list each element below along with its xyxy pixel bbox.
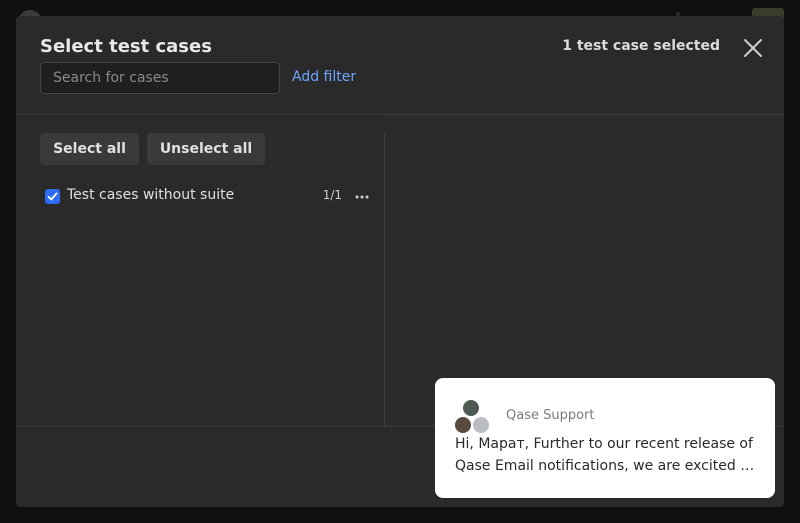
search-input[interactable] (40, 62, 280, 94)
avatar (471, 415, 491, 435)
close-icon (744, 39, 762, 57)
more-horizontal-icon (355, 195, 369, 199)
chat-message: Hi, Марат, Further to our recent release… (455, 433, 760, 477)
support-avatars (453, 398, 493, 436)
suite-row[interactable]: Test cases without suite 1/1 (40, 185, 370, 209)
suite-checkbox[interactable] (45, 189, 60, 204)
selected-count-label: 1 test case selected (562, 38, 720, 54)
chat-sender: Qase Support (506, 408, 595, 423)
suite-more-button[interactable] (354, 189, 370, 205)
suite-count: 1/1 (322, 188, 342, 202)
close-button[interactable] (742, 37, 764, 59)
suite-label: Test cases without suite (67, 187, 235, 203)
modal-header: Select test cases 1 test case selected A… (16, 16, 784, 115)
avatar (453, 415, 473, 435)
support-chat-popup[interactable]: Qase Support Hi, Марат, Further to our r… (435, 378, 775, 498)
modal-title: Select test cases (40, 36, 212, 57)
chat-message-line: Qase Email notifications, we are excited… (455, 458, 755, 474)
unselect-all-button[interactable]: Unselect all (147, 133, 265, 165)
select-all-button[interactable]: Select all (40, 133, 139, 165)
add-filter-link[interactable]: Add filter (292, 69, 356, 85)
suites-pane: Select all Unselect all Test cases witho… (16, 115, 384, 426)
chat-message-line: Hi, Марат, Further to our recent release… (455, 436, 753, 452)
checkmark-icon (47, 192, 58, 201)
